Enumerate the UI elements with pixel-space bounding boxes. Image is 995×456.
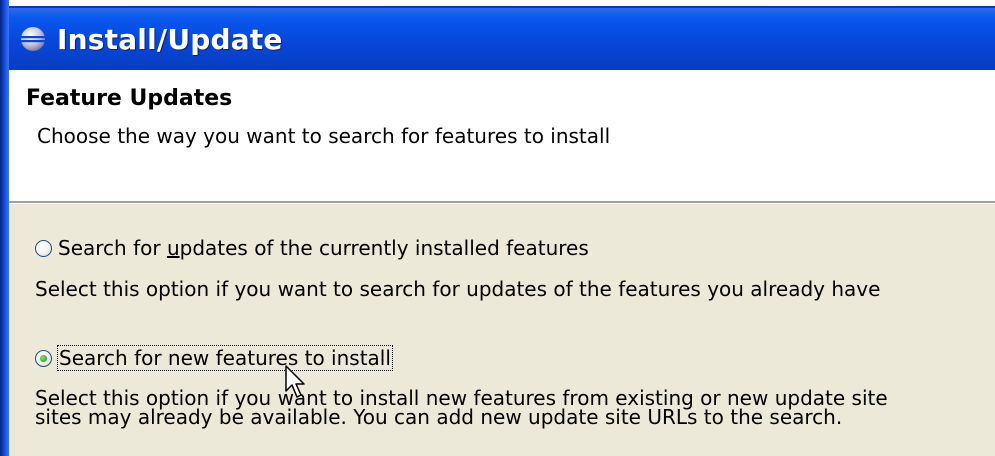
title-bar[interactable]: Install/Update xyxy=(9,8,995,70)
page-description: Choose the way you want to search for fe… xyxy=(37,124,611,148)
radio-button-new-features[interactable] xyxy=(35,349,52,367)
label-prefix: Search for xyxy=(58,236,167,260)
eclipse-icon xyxy=(19,25,47,53)
radio-search-new-features[interactable]: Search for new features to install xyxy=(35,345,393,371)
wizard-header: Feature Updates Choose the way you want … xyxy=(9,70,995,201)
window-title: Install/Update xyxy=(57,22,283,56)
window-left-border xyxy=(0,0,9,456)
option-updates-description: Select this option if you want to search… xyxy=(35,277,881,301)
label-mnemonic: u xyxy=(166,236,180,260)
radio-label-new-features[interactable]: Search for new features to install xyxy=(57,345,393,371)
option-new-features-description-line2: sites may already be available. You can … xyxy=(35,405,843,429)
install-update-dialog: Install/Update Feature Updates Choose th… xyxy=(0,0,995,456)
page-title: Feature Updates xyxy=(26,86,233,111)
radio-search-updates[interactable]: Search for updates of the currently inst… xyxy=(35,236,589,260)
radio-label-updates[interactable]: Search for updates of the currently inst… xyxy=(58,236,589,260)
label-suffix: pdates of the currently installed featur… xyxy=(179,236,589,260)
radio-button-updates[interactable] xyxy=(35,239,52,257)
